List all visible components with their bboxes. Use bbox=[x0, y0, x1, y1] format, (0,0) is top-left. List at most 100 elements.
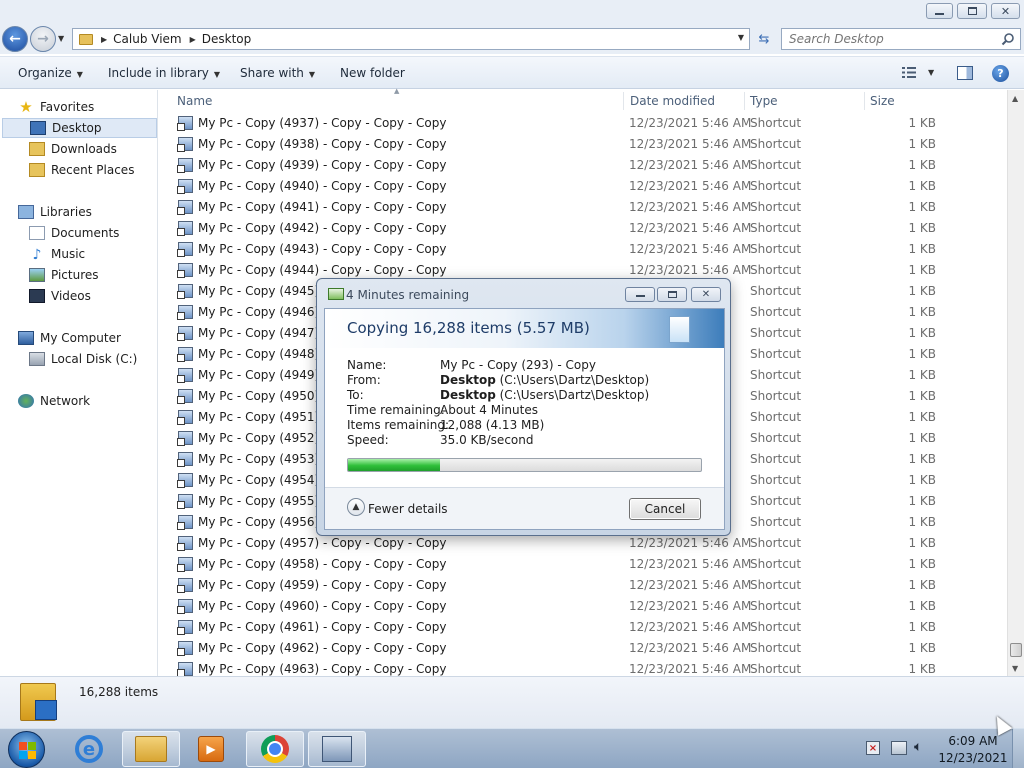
search-icon[interactable] bbox=[1001, 32, 1015, 46]
table-row[interactable]: My Pc - Copy (4959) - Copy - Copy - Copy… bbox=[159, 574, 1007, 595]
taskbar-file-copy[interactable] bbox=[308, 731, 366, 767]
table-row[interactable]: My Pc - Copy (4962) - Copy - Copy - Copy… bbox=[159, 637, 1007, 658]
table-row[interactable]: My Pc - Copy (4939) - Copy - Copy - Copy… bbox=[159, 154, 1007, 175]
table-row[interactable]: My Pc - Copy (4940) - Copy - Copy - Copy… bbox=[159, 175, 1007, 196]
clock-date[interactable]: 12/23/2021 bbox=[938, 751, 1008, 765]
pictures-icon bbox=[29, 268, 45, 282]
preview-pane-icon[interactable] bbox=[957, 66, 973, 80]
file-size: 1 KB bbox=[908, 410, 936, 424]
maximize-button[interactable] bbox=[957, 3, 987, 19]
table-row[interactable]: My Pc - Copy (4937) - Copy - Copy - Copy… bbox=[159, 112, 1007, 133]
desktop-icon bbox=[30, 121, 46, 135]
chevron-down-icon: ▼ bbox=[213, 70, 221, 79]
network-tray-icon[interactable] bbox=[891, 741, 907, 755]
file-name: My Pc - Copy (4947) bbox=[198, 326, 320, 340]
file-type: Shortcut bbox=[750, 578, 802, 592]
fewer-details-toggle[interactable]: Fewer details bbox=[368, 502, 448, 516]
include-in-library-button[interactable]: Include in library ▼ bbox=[108, 66, 220, 80]
nav-item-music[interactable]: ♪ Music bbox=[29, 244, 86, 264]
table-row[interactable]: My Pc - Copy (4938) - Copy - Copy - Copy… bbox=[159, 133, 1007, 154]
table-row[interactable]: My Pc - Copy (4943) - Copy - Copy - Copy… bbox=[159, 238, 1007, 259]
table-row[interactable]: My Pc - Copy (4944) - Copy - Copy - Copy… bbox=[159, 259, 1007, 280]
nav-libraries[interactable]: Libraries bbox=[18, 202, 92, 222]
breadcrumb-calub-viem[interactable]: Calub Viem bbox=[113, 32, 181, 46]
nav-item-local-disk[interactable]: Local Disk (C:) bbox=[29, 349, 137, 369]
column-divider[interactable] bbox=[864, 92, 865, 110]
cancel-button[interactable]: Cancel bbox=[629, 498, 701, 520]
details-pane: 16,288 items bbox=[0, 676, 1024, 728]
nav-my-computer[interactable]: My Computer bbox=[18, 328, 121, 348]
breadcrumb-arrow-icon[interactable]: ▶ bbox=[101, 35, 107, 44]
chevron-down-icon: ▼ bbox=[76, 70, 83, 79]
volume-icon[interactable]: 🔈︎ bbox=[914, 739, 922, 755]
nav-network[interactable]: Network bbox=[18, 391, 90, 411]
taskbar-windows-explorer[interactable] bbox=[122, 731, 180, 767]
table-row[interactable]: My Pc - Copy (4961) - Copy - Copy - Copy… bbox=[159, 616, 1007, 637]
table-row[interactable]: My Pc - Copy (4963) - Copy - Copy - Copy… bbox=[159, 658, 1007, 676]
recent-pages-dropdown-icon[interactable]: ▼ bbox=[58, 34, 64, 43]
scrollbar-thumb[interactable] bbox=[1010, 643, 1022, 657]
chevron-up-icon[interactable]: ▲ bbox=[347, 498, 365, 516]
nav-item-recent-places[interactable]: Recent Places bbox=[29, 160, 134, 180]
table-row[interactable]: My Pc - Copy (4960) - Copy - Copy - Copy… bbox=[159, 595, 1007, 616]
to-row: To: Desktop (C:\Users\Dartz\Desktop) bbox=[347, 388, 649, 402]
nav-favorites[interactable]: ★ Favorites bbox=[18, 97, 94, 117]
minimize-button[interactable] bbox=[926, 3, 953, 19]
dialog-maximize-button[interactable] bbox=[657, 287, 687, 302]
change-view-icon[interactable] bbox=[902, 67, 916, 78]
file-name: My Pc - Copy (4940) - Copy - Copy - Copy bbox=[198, 179, 447, 193]
close-button[interactable]: ✕ bbox=[991, 3, 1020, 19]
new-folder-button[interactable]: New folder bbox=[340, 66, 405, 80]
taskbar-internet-explorer[interactable]: e bbox=[60, 731, 118, 767]
search-input[interactable] bbox=[782, 29, 997, 49]
dialog-close-button[interactable]: ✕ bbox=[691, 287, 721, 302]
refresh-button[interactable]: ⇆ bbox=[752, 28, 776, 50]
file-type: Shortcut bbox=[750, 431, 802, 445]
file-size: 1 KB bbox=[908, 494, 936, 508]
organize-button[interactable]: Organize ▼ bbox=[18, 66, 83, 80]
breadcrumb-desktop[interactable]: Desktop bbox=[202, 32, 252, 46]
address-dropdown-icon[interactable]: ▼ bbox=[738, 33, 744, 42]
view-options-dropdown-icon[interactable]: ▼ bbox=[928, 68, 934, 77]
column-divider[interactable] bbox=[623, 92, 624, 110]
action-center-flag-icon[interactable]: × bbox=[866, 741, 880, 755]
nav-item-downloads[interactable]: Downloads bbox=[29, 139, 117, 159]
taskbar-media-player[interactable]: ▶ bbox=[182, 731, 240, 767]
address-bar[interactable]: ▶ Calub Viem ▶ Desktop ▼ bbox=[72, 28, 750, 50]
file-name: My Pc - Copy (4959) - Copy - Copy - Copy bbox=[198, 578, 447, 592]
to-folder-link[interactable]: Desktop bbox=[440, 388, 496, 402]
table-row[interactable]: My Pc - Copy (4958) - Copy - Copy - Copy… bbox=[159, 553, 1007, 574]
back-button[interactable]: ← bbox=[2, 26, 28, 52]
from-folder-link[interactable]: Desktop bbox=[440, 373, 496, 387]
from-label: From: bbox=[347, 373, 381, 387]
windows-logo-icon bbox=[19, 742, 36, 759]
column-divider[interactable] bbox=[744, 92, 745, 110]
nav-item-desktop[interactable]: Desktop bbox=[2, 118, 157, 138]
maximize-icon bbox=[667, 291, 677, 298]
scroll-down-arrow-icon[interactable]: ▼ bbox=[1012, 664, 1018, 673]
file-name: My Pc - Copy (4938) - Copy - Copy - Copy bbox=[198, 137, 447, 151]
chevron-down-icon: ▼ bbox=[308, 70, 316, 79]
vertical-scrollbar[interactable]: ▲ ▼ bbox=[1007, 90, 1024, 676]
clock-time[interactable]: 6:09 AM bbox=[943, 734, 1003, 748]
nav-item-videos[interactable]: Videos bbox=[29, 286, 91, 306]
column-header-size[interactable]: Size bbox=[870, 94, 895, 108]
nav-item-documents[interactable]: Documents bbox=[29, 223, 119, 243]
file-size: 1 KB bbox=[908, 242, 936, 256]
start-button[interactable] bbox=[8, 731, 45, 768]
scroll-up-arrow-icon[interactable]: ▲ bbox=[1012, 94, 1018, 103]
forward-button[interactable]: → bbox=[30, 26, 56, 52]
show-desktop-button[interactable] bbox=[1012, 729, 1024, 768]
column-header-name[interactable]: Name bbox=[177, 94, 212, 108]
column-header-date-modified[interactable]: Date modified bbox=[630, 94, 715, 108]
shortcut-icon bbox=[177, 557, 193, 572]
dialog-minimize-button[interactable] bbox=[625, 287, 655, 302]
table-row[interactable]: My Pc - Copy (4941) - Copy - Copy - Copy… bbox=[159, 196, 1007, 217]
breadcrumb-arrow-icon[interactable]: ▶ bbox=[190, 35, 196, 44]
nav-item-pictures[interactable]: Pictures bbox=[29, 265, 99, 285]
help-icon[interactable]: ? bbox=[992, 65, 1009, 82]
column-header-type[interactable]: Type bbox=[750, 94, 778, 108]
taskbar-chrome[interactable] bbox=[246, 731, 304, 767]
share-with-button[interactable]: Share with ▼ bbox=[240, 66, 315, 80]
table-row[interactable]: My Pc - Copy (4942) - Copy - Copy - Copy… bbox=[159, 217, 1007, 238]
